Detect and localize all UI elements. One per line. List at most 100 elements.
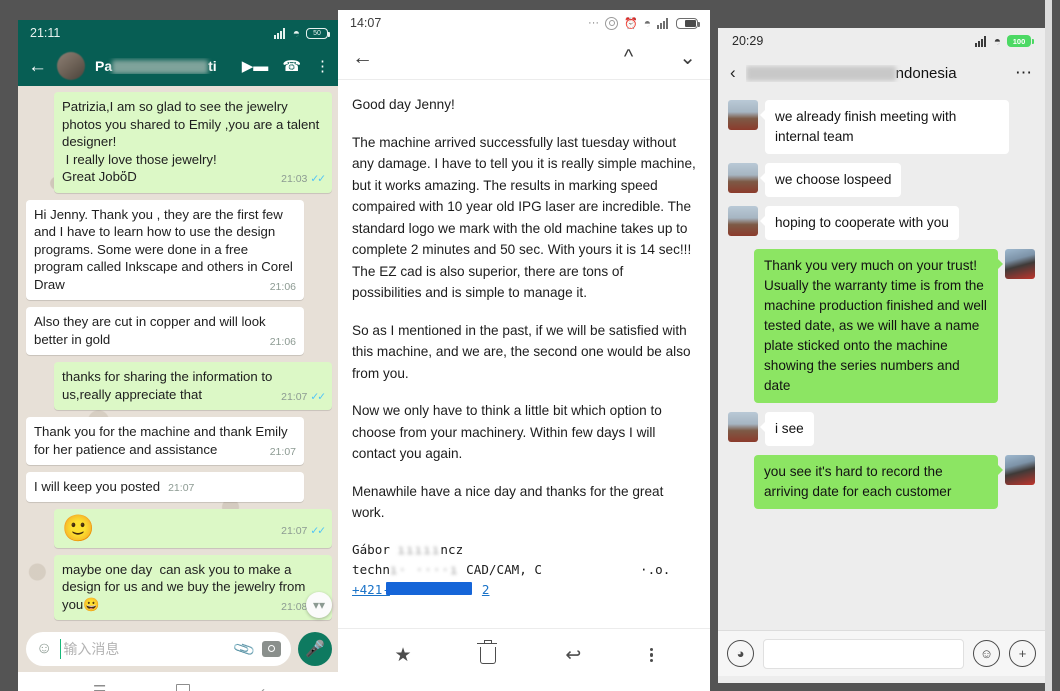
message-text: maybe one day can ask you to make a desi… xyxy=(62,561,310,612)
nav-home-button[interactable] xyxy=(176,684,191,691)
avatar[interactable] xyxy=(1005,455,1035,485)
wechat-chat-panel: 20:29 ◓ 100 ‹ xxxxxxxxxxndonesia ⋯ we al… xyxy=(718,28,1045,683)
contact-name[interactable]: xxxxxxxxxxndonesia xyxy=(745,65,1005,82)
message-time: 21:07 xyxy=(168,482,195,494)
battery-icon xyxy=(676,17,700,29)
message-bubble[interactable]: we already finish meeting with internal … xyxy=(760,100,1009,154)
message-bubble[interactable]: Hi Jenny. Thank you , they are the first… xyxy=(26,199,304,300)
email-toolbar: ← ^ ⌄ xyxy=(338,36,710,80)
nav-back-button[interactable]: ‹ xyxy=(260,683,265,691)
message-bubble[interactable]: Patrizia,I am so glad to see the jewelry… xyxy=(54,92,332,193)
plus-more-icon[interactable]: + xyxy=(1009,640,1036,667)
alarm-icon: ⏰ xyxy=(624,17,638,30)
email-signature: Gábor ıııııncz technı· ····ı CAD/CAM, C ·… xyxy=(352,540,696,600)
wechat-chat-header: ‹ xxxxxxxxxxndonesia ⋯ xyxy=(718,54,1045,92)
video-call-icon[interactable]: ▶▬ xyxy=(242,57,269,75)
avatar[interactable] xyxy=(728,412,758,442)
message-bubble[interactable]: I will keep you posted 21:07 xyxy=(26,472,304,502)
status-time: 21:11 xyxy=(30,26,61,40)
whatsapp-chat-header: ← Paxxxxxxxxti ▶▬ ☎ ⋮ xyxy=(18,46,340,86)
overflow-menu-icon[interactable]: ⋮ xyxy=(315,57,330,75)
message-meta: 21:07 ✓✓ xyxy=(281,516,326,546)
message-time: 21:07 xyxy=(269,445,296,458)
back-chevron-icon[interactable]: ‹ xyxy=(730,63,736,83)
back-arrow-icon[interactable]: ← xyxy=(28,57,47,76)
contact-name-suffix: ti xyxy=(208,57,217,74)
message-bubble[interactable]: Also they are cut in copper and will loo… xyxy=(26,307,304,355)
scroll-to-bottom-button[interactable]: ▾▾ xyxy=(306,592,332,618)
redaction-block xyxy=(386,581,472,595)
wechat-status-bar: 20:29 ◓ 100 xyxy=(718,28,1045,54)
camera-icon[interactable] xyxy=(262,641,281,657)
message-meta: 21:07 xyxy=(270,444,296,462)
contact-name-prefix: Pa xyxy=(95,57,113,74)
star-icon[interactable]: ★ xyxy=(394,644,411,667)
nav-menu-button[interactable]: ☰ xyxy=(93,682,106,691)
message-bubble[interactable]: Thank you for the machine and thank Emil… xyxy=(26,417,304,465)
smiley-icon[interactable]: ☺ xyxy=(973,640,1000,667)
message-row: we already finish meeting with internal … xyxy=(728,100,1035,154)
redaction-block: ııııı xyxy=(397,541,441,557)
status-time: 14:07 xyxy=(350,16,382,30)
message-time: 21:07 xyxy=(281,524,308,537)
previous-message-chevron-up-icon[interactable]: ^ xyxy=(624,46,633,69)
message-input[interactable]: 输入消息 xyxy=(60,639,227,659)
message-bubble[interactable]: we choose lospeed xyxy=(759,163,902,197)
message-input-pill[interactable]: ☺ 输入消息 📎 xyxy=(26,632,291,666)
message-text: Also they are cut in copper and will loo… xyxy=(34,314,270,347)
battery-icon: 50 xyxy=(306,27,330,39)
message-row: we choose lospeed xyxy=(728,163,1035,197)
message-row: hoping to cooperate with you xyxy=(728,206,1035,240)
message-bubble[interactable]: thanks for sharing the information to us… xyxy=(54,362,332,410)
notification-dots-icon: ··· xyxy=(588,17,600,29)
message-text: I will keep you posted xyxy=(34,479,161,494)
message-row: i see xyxy=(728,412,1035,446)
contact-name[interactable]: Paxxxxxxxxti xyxy=(95,57,232,75)
redaction-block: xxxxxxxx xyxy=(112,60,209,75)
message-meta: 21:06 xyxy=(270,279,296,297)
smiley-icon[interactable]: ☺ xyxy=(36,641,52,657)
email-paragraph-2: So as I mentioned in the past, if we wil… xyxy=(352,322,691,381)
back-arrow-icon[interactable]: ← xyxy=(352,46,373,70)
message-bubble[interactable]: hoping to cooperate with you xyxy=(760,206,959,240)
phone-call-icon[interactable]: ☎ xyxy=(282,57,301,75)
microphone-icon[interactable]: 🎤 xyxy=(298,632,332,666)
read-receipt-ticks-icon: ✓✓ xyxy=(310,390,326,403)
message-time: 21:07 xyxy=(281,390,308,403)
email-paragraph-4: Menawhile have a nice day and thanks for… xyxy=(352,483,664,521)
next-message-chevron-down-icon[interactable]: ⌄ xyxy=(679,45,696,70)
reply-arrow-icon[interactable]: ↩ xyxy=(565,644,581,667)
avatar[interactable] xyxy=(57,52,85,80)
read-receipt-ticks-icon: ✓✓ xyxy=(310,173,326,185)
message-bubble[interactable]: 🙂 21:07 ✓✓ xyxy=(54,508,332,548)
message-input[interactable] xyxy=(763,638,964,669)
overflow-menu-icon[interactable]: ⋯ xyxy=(1015,63,1033,83)
message-bubble[interactable]: maybe one day can ask you to make a desi… xyxy=(54,554,332,620)
message-text: thanks for sharing the information to us… xyxy=(62,369,277,402)
avatar[interactable] xyxy=(728,206,758,236)
email-paragraph-1: The machine arrived successfully last tu… xyxy=(352,134,696,301)
signature-name: Gábor ıııııncz xyxy=(352,540,696,560)
avatar[interactable] xyxy=(728,100,758,130)
email-body: Good day Jenny! The machine arrived succ… xyxy=(338,80,710,628)
whatsapp-composer: ☺ 输入消息 📎 🎤 xyxy=(18,626,340,672)
message-meta: 21:06 xyxy=(270,334,296,352)
email-paragraph-3: Now we only have to think a little bit w… xyxy=(352,403,662,461)
signature-role: technı· ····ı CAD/CAM, C ·.o. xyxy=(352,560,696,580)
wechat-message-list[interactable]: we already finish meeting with internal … xyxy=(718,92,1045,630)
message-text: 🙂 xyxy=(62,512,95,543)
whatsapp-message-list[interactable]: Patrizia,I am so glad to see the jewelry… xyxy=(18,86,340,626)
message-bubble[interactable]: Thank you very much on your trust! Usual… xyxy=(754,249,1003,403)
message-bubble[interactable]: i see xyxy=(760,412,814,446)
wifi-icon: ◓ xyxy=(643,16,651,30)
signature-phone-link[interactable]: +421- 2 xyxy=(352,580,696,600)
message-bubble[interactable]: you see it's hard to record the arriving… xyxy=(754,455,1003,509)
avatar[interactable] xyxy=(1005,249,1035,279)
voice-input-icon[interactable]: ◕ xyxy=(727,640,754,667)
overflow-menu-icon[interactable] xyxy=(650,647,654,663)
avatar[interactable] xyxy=(728,163,758,193)
trash-icon[interactable] xyxy=(477,639,498,664)
paperclip-icon[interactable]: 📎 xyxy=(232,637,258,661)
signal-icon xyxy=(657,17,670,29)
message-text: Hi Jenny. Thank you , they are the first… xyxy=(34,206,297,292)
